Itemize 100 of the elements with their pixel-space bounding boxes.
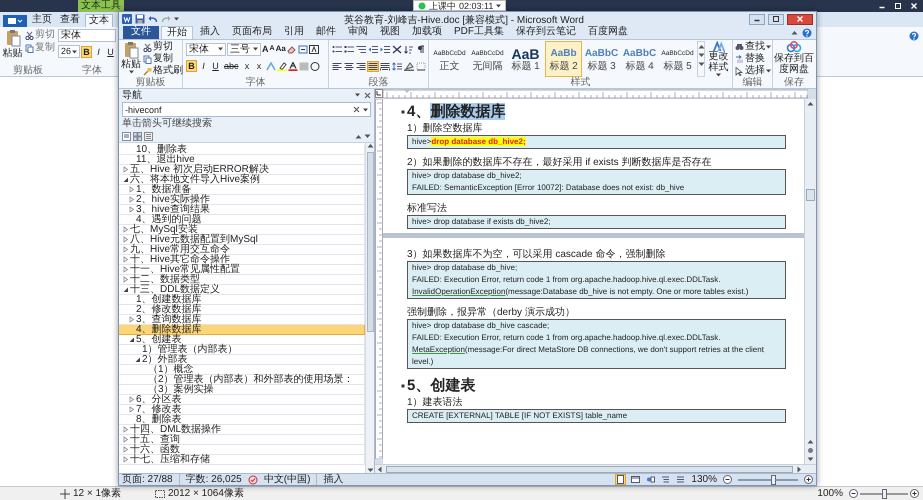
- character-border-icon[interactable]: [308, 44, 319, 54]
- help-icon[interactable]: [909, 31, 919, 41]
- scissors-icon[interactable]: [143, 42, 152, 52]
- format-button[interactable]: B: [186, 60, 197, 72]
- nav-heading-item[interactable]: 1、创建数据库: [119, 295, 365, 305]
- caret-icon[interactable]: [716, 73, 721, 77]
- proofing-icon[interactable]: [248, 474, 258, 484]
- save-icon[interactable]: [135, 14, 145, 24]
- collapsed-arrow-icon[interactable]: [122, 276, 129, 283]
- nav-heading-item[interactable]: 2、修改数据库: [119, 305, 365, 315]
- collapse-ribbon-icon[interactable]: [791, 30, 798, 35]
- numbered-list-icon[interactable]: [344, 44, 354, 54]
- ribbon-tab[interactable]: 视图: [375, 26, 405, 39]
- draft-view-icon[interactable]: [676, 475, 686, 484]
- ribbon-tab[interactable]: 页面布局: [227, 26, 277, 39]
- increase-indent-icon[interactable]: [380, 44, 390, 54]
- font-size-button[interactable]: A: [262, 44, 268, 54]
- insert-mode-indicator[interactable]: 插入: [316, 474, 344, 485]
- expanded-arrow-icon[interactable]: [128, 336, 135, 343]
- word-count[interactable]: 字数: 26,025: [178, 474, 242, 485]
- nav-heading-item[interactable]: 4、删除数据库: [119, 325, 365, 335]
- web-layout-icon[interactable]: [646, 475, 656, 484]
- zoom-slider[interactable]: [738, 474, 798, 484]
- scissors-icon[interactable]: [25, 30, 34, 40]
- scroll-down-icon[interactable]: [698, 53, 704, 58]
- nav-heading-item[interactable]: 十七、压缩和存储: [119, 455, 365, 465]
- nav-heading-item[interactable]: 1）管理表（内部表）: [119, 345, 365, 355]
- nav-heading-item[interactable]: 十二、数据类型: [119, 275, 365, 285]
- replace-icon[interactable]: [735, 55, 744, 63]
- style-swatch[interactable]: AaB 标题 1: [507, 41, 544, 77]
- format-button[interactable]: I: [198, 60, 209, 72]
- nav-heading-item[interactable]: 6、分区表: [119, 395, 365, 405]
- nav-heading-item[interactable]: 4、遇到的问题: [119, 215, 365, 225]
- copy-button[interactable]: 复制: [35, 42, 56, 54]
- align-center-icon[interactable]: [344, 62, 354, 70]
- clear-icon[interactable]: [353, 106, 360, 113]
- style-swatch[interactable]: AaBb 标题 2: [545, 41, 582, 77]
- zoom-slider[interactable]: [860, 488, 908, 498]
- format-toggle[interactable]: U: [105, 46, 116, 58]
- nav-heading-item[interactable]: 2、hive实际操作: [119, 195, 365, 205]
- format-button[interactable]: abc: [222, 60, 241, 72]
- expanded-arrow-icon[interactable]: [122, 176, 129, 183]
- copy-button[interactable]: 复制: [153, 53, 173, 65]
- collapsed-arrow-icon[interactable]: [128, 196, 135, 203]
- ribbon-tab[interactable]: 保存到云笔记: [511, 26, 581, 39]
- font-size-dropdown[interactable]: 三号: [227, 42, 261, 56]
- collapsed-arrow-icon[interactable]: [122, 256, 129, 263]
- font-size-dropdown[interactable]: 26: [58, 45, 80, 58]
- nav-heading-item[interactable]: 11、退出hive: [119, 155, 365, 165]
- zoom-out-icon[interactable]: [723, 475, 732, 484]
- caret-icon[interactable]: [496, 4, 502, 8]
- collapsed-arrow-icon[interactable]: [128, 186, 135, 193]
- scroll-left-icon[interactable]: [377, 466, 382, 472]
- ribbon-tab[interactable]: 文件: [123, 26, 159, 39]
- scroll-up-icon[interactable]: [698, 44, 704, 49]
- ribbon-tab[interactable]: 邮件: [311, 26, 341, 39]
- previous-page-icon[interactable]: [807, 439, 814, 444]
- paste-icon[interactable]: [4, 29, 21, 47]
- more-icon[interactable]: [698, 62, 704, 67]
- collapsed-arrow-icon[interactable]: [122, 246, 129, 253]
- style-swatch[interactable]: AaBbC 标题 3: [583, 41, 620, 77]
- pages-view-icon[interactable]: [133, 132, 142, 140]
- nav-heading-item[interactable]: （3）案例实操: [119, 385, 365, 395]
- print-layout-icon[interactable]: [616, 475, 626, 484]
- collapsed-arrow-icon[interactable]: [122, 236, 129, 243]
- find-icon[interactable]: [735, 43, 744, 51]
- nav-heading-item[interactable]: 十六、函数: [119, 445, 365, 455]
- nav-heading-item[interactable]: （2）管理表（内部表）和外部表的使用场景：: [119, 375, 365, 385]
- nav-heading-item[interactable]: 十五、查询: [119, 435, 365, 445]
- paste-button[interactable]: 粘贴: [2, 48, 23, 59]
- collapsed-arrow-icon[interactable]: [128, 316, 135, 323]
- decrease-indent-icon[interactable]: [368, 44, 378, 54]
- page-count[interactable]: 页面: 27/88: [122, 474, 173, 485]
- help-icon[interactable]: [802, 28, 812, 38]
- nav-heading-item[interactable]: 3、查询数据库: [119, 315, 365, 325]
- app-menu-button[interactable]: [3, 15, 27, 27]
- browse-object-icon[interactable]: [807, 447, 814, 454]
- caret-icon[interactable]: [766, 45, 771, 49]
- save-to-cloud-button[interactable]: 保存到百度网盘: [774, 53, 814, 75]
- sort-icon[interactable]: [404, 44, 414, 54]
- collapsed-arrow-icon[interactable]: [122, 436, 129, 443]
- scrollbar-thumb[interactable]: [386, 466, 793, 472]
- ribbon-tab[interactable]: 审阅: [343, 26, 373, 39]
- nav-heading-item[interactable]: 七、MySql安装: [119, 225, 365, 235]
- minimize-button[interactable]: [749, 14, 765, 24]
- format-painter-button[interactable]: 格式刷: [153, 65, 183, 77]
- next-page-icon[interactable]: [807, 457, 814, 462]
- zoom-in-icon[interactable]: [804, 475, 813, 484]
- collapsed-arrow-icon[interactable]: [122, 266, 129, 273]
- tab-selector-icon[interactable]: [375, 89, 383, 98]
- format-button[interactable]: x: [254, 60, 265, 72]
- find-button[interactable]: 查找: [745, 41, 765, 53]
- previous-icon[interactable]: [355, 134, 362, 138]
- cut-button[interactable]: 剪切: [153, 41, 173, 53]
- cut-button[interactable]: 剪切: [35, 29, 56, 41]
- slider-thumb[interactable]: [771, 474, 776, 484]
- paste-button[interactable]: 粘贴: [121, 59, 141, 70]
- change-styles-button[interactable]: 更改样式: [708, 51, 729, 73]
- language-indicator[interactable]: 中文(中国): [264, 474, 310, 485]
- copy-icon[interactable]: [143, 54, 152, 64]
